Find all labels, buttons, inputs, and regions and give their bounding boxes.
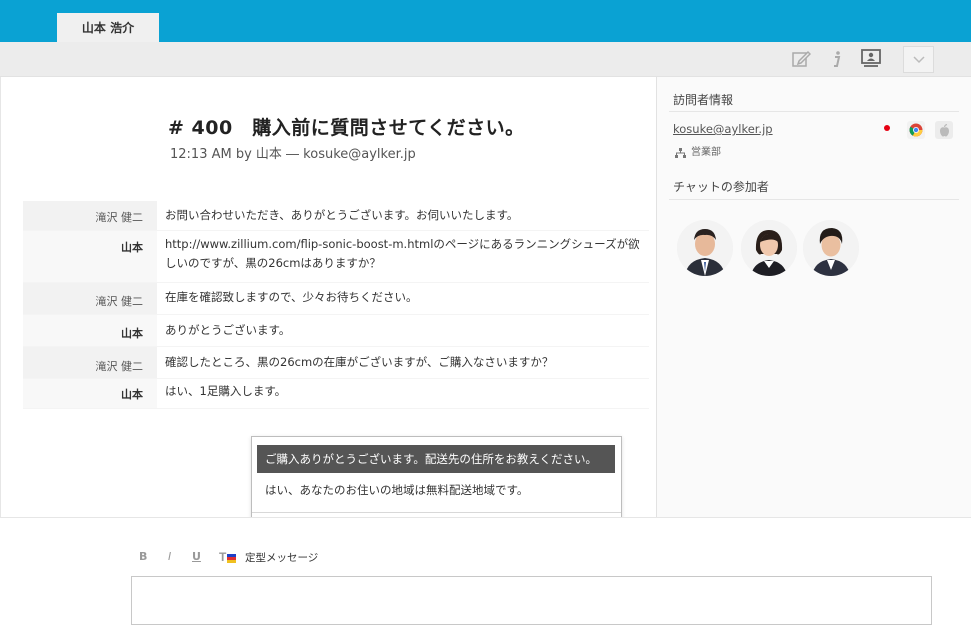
message-text: はい、1足購入します。 [165,384,287,398]
message-author: 山本 [23,231,157,282]
ticket-title: # 400 購入前に質問させてください。 [168,117,525,139]
message-author: 滝沢 健二 [23,201,157,230]
toolbar [0,42,971,77]
message-row: 滝沢 健二 お問い合わせいただき、ありがとうございます。お伺いいたします。 [23,201,649,231]
top-bar: 山本 浩介 [0,0,971,42]
svg-text:T: T [219,550,227,564]
message-text: 在庫を確認致しますので、少々お待ちください。 [165,290,418,304]
message-text: 確認したところ、黒の26cmの在庫がございますが、ご購入なさいますか？ [165,355,554,369]
japan-flag-icon [884,125,890,131]
chrome-icon [907,121,925,139]
divider [669,199,959,200]
visitor-panel: 訪問者情報 kosuke@aylker.jp 営業部 チャットの参加者 [656,77,971,517]
message-author: 滝沢 健二 [23,283,157,314]
message-text: お問い合わせいただき、ありがとうございます。お伺いいたします。 [165,208,519,222]
apple-icon [935,121,953,139]
italic-button[interactable]: I [168,550,171,563]
tab-user[interactable]: 山本 浩介 [57,13,159,42]
visitor-info-heading: 訪問者情報 [673,93,734,107]
message-row: 山本 はい、1足購入します。 [23,379,649,409]
message-text: http://www.zillium.com/flip-sonic-boost-… [165,237,640,270]
message-author: 滝沢 健二 [23,347,157,378]
info-icon[interactable] [826,48,848,70]
message-row: 滝沢 健二 確認したところ、黒の26cmの在庫がございますが、ご購入なさいますか… [23,347,649,379]
divider [669,111,959,112]
message-row: 山本 ありがとうございます。 [23,315,649,347]
presentation-icon[interactable] [860,48,882,70]
options-dropdown[interactable] [903,46,934,73]
message-editor[interactable] [131,576,932,625]
underline-button[interactable]: U [192,550,201,563]
composer: B I U T 定型メッセージ [0,517,971,633]
edit-icon[interactable] [790,48,812,70]
bold-button[interactable]: B [139,550,147,563]
chevron-down-icon [912,50,926,69]
avatar-woman[interactable] [741,220,797,276]
text-color-icon[interactable]: T [219,549,237,568]
participants-heading: チャットの参加者 [673,180,769,194]
message-row: 滝沢 健二 在庫を確認致しますので、少々お待ちください。 [23,283,649,315]
template-option[interactable]: はい、あなたのお住いの地域は無料配送地域です。 [257,476,615,504]
message-row: 山本 http://www.zillium.com/flip-sonic-boo… [23,231,649,283]
org-chart-icon [675,143,686,162]
visitor-department: 営業部 [691,147,721,158]
visitor-email-link[interactable]: kosuke@aylker.jp [673,122,773,136]
template-message-button[interactable]: 定型メッセージ [245,550,318,565]
message-list: 滝沢 健二 お問い合わせいただき、ありがとうございます。お伺いいたします。 山本… [23,201,649,409]
message-author: 山本 [23,315,157,346]
ticket-meta: 12:13 AM by 山本 ― kosuke@aylker.jp [170,147,416,162]
avatar-young-man[interactable] [803,220,859,276]
message-text: ありがとうございます。 [165,323,291,337]
message-author: 山本 [23,379,157,408]
template-option-selected[interactable]: ご購入ありがとうございます。配送先の住所をお教えください。 [257,445,615,473]
avatar-man-suit[interactable] [677,220,733,276]
